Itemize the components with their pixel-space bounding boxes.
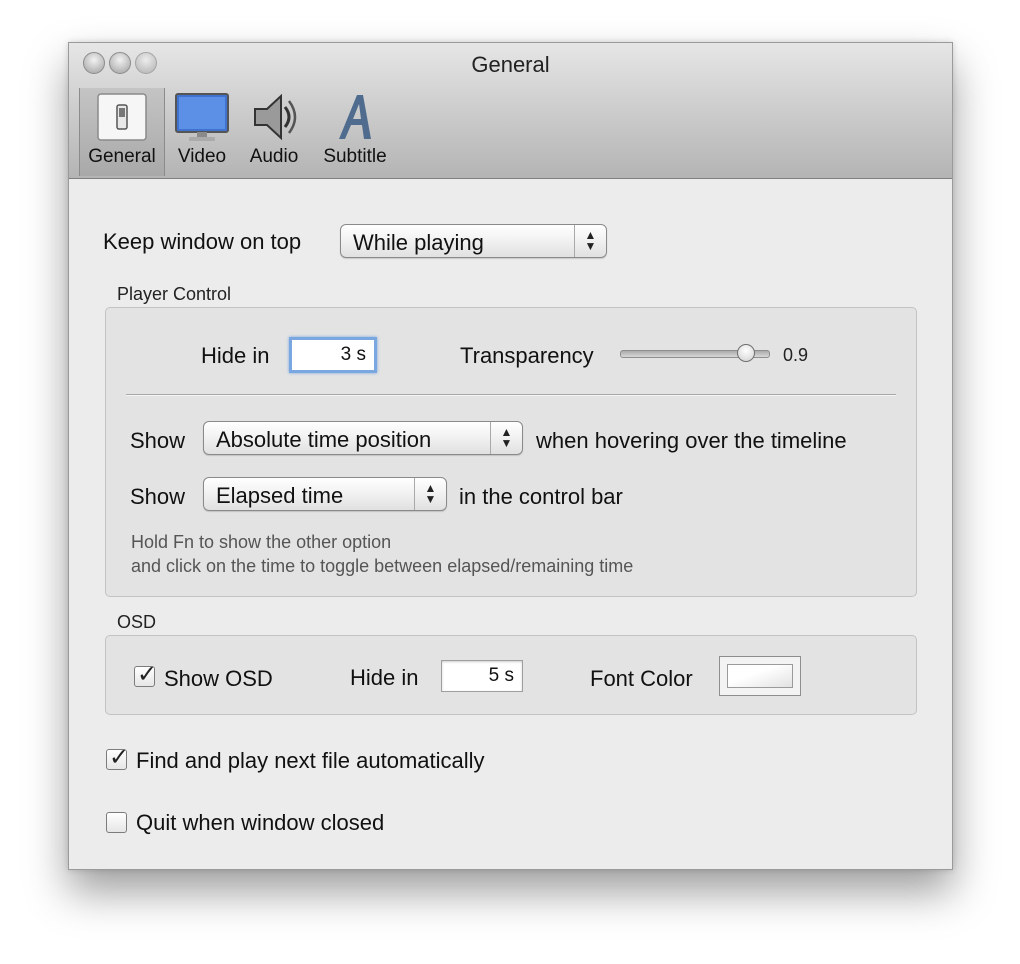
font-color-label: Font Color [590,666,693,691]
tab-general[interactable]: General [79,88,165,176]
quit-on-close-checkbox[interactable] [106,812,127,833]
font-color-swatch [727,664,793,688]
osd-title: OSD [117,612,157,632]
find-next-checkbox[interactable]: ✓ [106,744,129,771]
checkmark-icon: ✓ [109,744,130,771]
tab-video-label: Video [177,146,227,167]
tab-general-label: General [88,146,156,167]
keep-on-top-value: While playing [353,230,484,255]
player-control-group: Hide in 3 s Transparency 0.9 Show Absolu… [105,307,917,597]
show2-suffix: in the control bar [459,484,623,509]
player-control-title: Player Control [117,284,232,304]
hint-line-2: and click on the time to toggle between … [131,556,634,576]
find-next-label: Find and play next file automatically [136,748,485,773]
tab-video[interactable]: Video [169,88,235,176]
font-color-well[interactable] [719,656,801,696]
popup-arrows-icon: ▲ ▼ [574,225,606,257]
window-title: General [471,52,550,77]
pc-hide-label: Hide in [201,343,270,368]
control-bar-value: Elapsed time [216,483,344,508]
show1-suffix: when hovering over the timeline [536,428,847,453]
transparency-label: Transparency [460,343,594,368]
transparency-value: 0.9 [783,345,809,365]
osd-hide-value: 5 s [488,665,514,686]
popup-arrows-icon: ▲ ▼ [414,478,446,510]
monitor-icon [175,93,229,141]
timeline-hover-value: Absolute time position [216,427,432,452]
toolbar: General General Video Audio Subtitle [69,43,952,179]
pc-hide-value: 3 s [340,344,366,365]
osd-hide-label: Hide in [350,665,419,690]
hint-line-1: Hold Fn to show the other option [131,532,392,552]
tab-subtitle-label: Subtitle [323,146,387,167]
osd-hide-input[interactable]: 5 s [441,660,523,692]
tab-subtitle[interactable]: Subtitle [315,88,395,176]
quit-on-close-label: Quit when window closed [136,810,385,835]
tab-audio-label: Audio [249,146,299,167]
pc-hide-input[interactable]: 3 s [289,337,377,373]
timeline-hover-popup[interactable]: Absolute time position ▲ ▼ [203,421,523,455]
tab-audio[interactable]: Audio [241,88,307,176]
pc-separator [126,394,896,396]
show-osd-checkbox[interactable]: ✓ [134,661,157,688]
checkmark-icon: ✓ [137,661,158,688]
control-bar-popup[interactable]: Elapsed time ▲ ▼ [203,477,447,511]
popup-arrows-icon: ▲ ▼ [490,422,522,454]
show2-label: Show [130,484,186,509]
show-osd-label: Show OSD [164,666,273,691]
osd-group: ✓ Show OSD Hide in 5 s Font Color [105,635,917,715]
keep-on-top-label: Keep window on top [103,229,302,254]
show1-label: Show [130,428,186,453]
transparency-slider-knob[interactable] [737,344,755,362]
toggle-switch-icon [97,93,147,141]
preferences-window: General General Video Audio Subtitle Kee… [68,42,953,870]
letter-a-icon [339,95,371,139]
speaker-icon [254,93,297,141]
keep-on-top-popup[interactable]: While playing ▲ ▼ [340,224,607,258]
